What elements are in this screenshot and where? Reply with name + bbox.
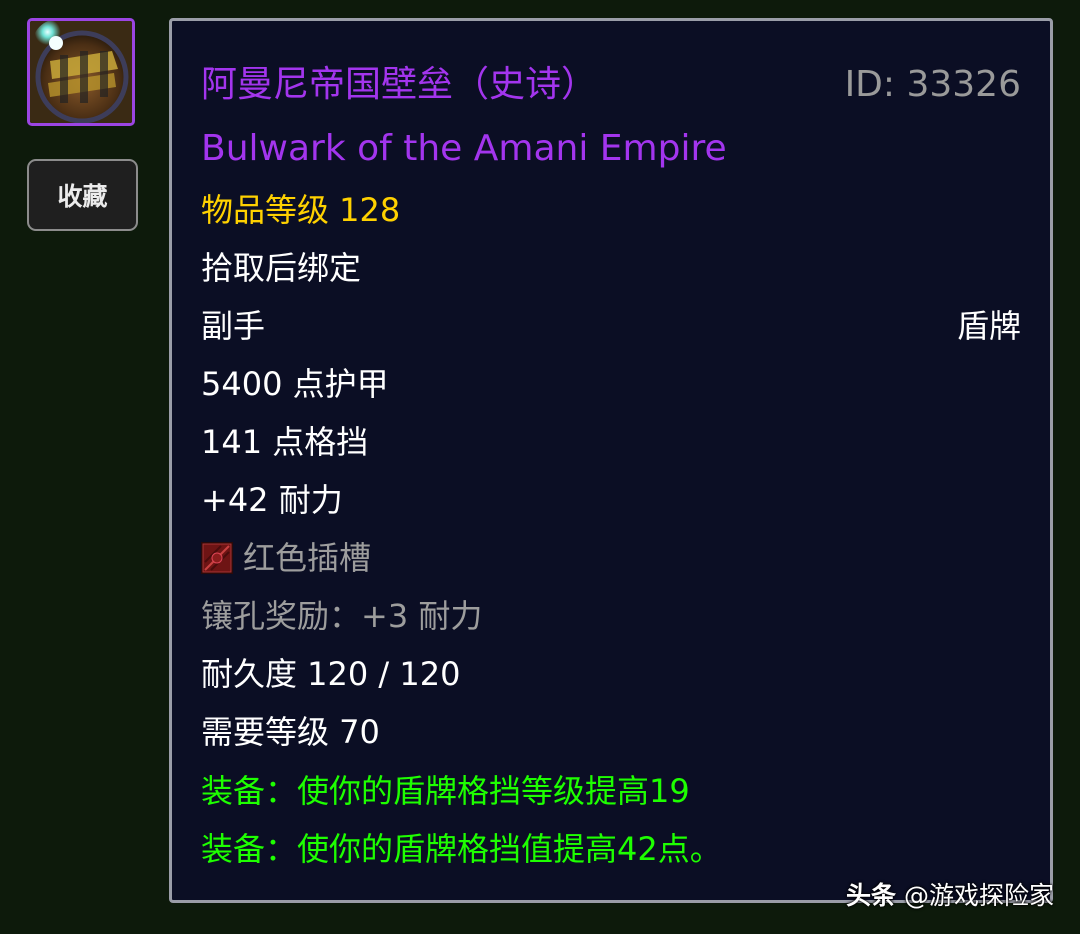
item-level: 物品等级 128 (201, 191, 401, 229)
equip-effect-2: 装备：使你的盾牌格挡值提高42点。 (201, 830, 722, 868)
block-stat: 141 点格挡 (201, 423, 369, 461)
equip-effect-1: 装备：使你的盾牌格挡等级提高19 (201, 772, 690, 810)
socket-label: 红色插槽 (243, 539, 372, 577)
favorite-button[interactable]: 收藏 (27, 159, 138, 231)
item-id: ID: 33326 (844, 64, 1021, 105)
item-name-cn: 阿曼尼帝国壁垒（史诗） (201, 64, 598, 105)
item-slot: 副手 (201, 307, 266, 345)
socket-row: 红色插槽 (201, 538, 371, 578)
item-tooltip: 阿曼尼帝国壁垒（史诗） ID: 33326 Bulwark of the Ama… (169, 18, 1053, 903)
required-level: 需要等级 70 (201, 713, 380, 751)
watermark-author: @游戏探险家 (903, 881, 1054, 910)
armor-stat: 5400 点护甲 (201, 365, 389, 403)
item-icon[interactable] (27, 18, 135, 126)
durability: 耐久度 120 / 120 (201, 655, 461, 693)
bind-type: 拾取后绑定 (201, 249, 362, 287)
item-type: 盾牌 (956, 307, 1021, 345)
shield-icon (30, 21, 132, 123)
item-name-en: Bulwark of the Amani Empire (201, 128, 727, 169)
socket-bonus: 镶孔奖励：+3 耐力 (201, 597, 483, 635)
watermark-brand: 头条 (846, 881, 897, 910)
red-socket-icon (201, 542, 233, 574)
watermark: 头条 @游戏探险家 (846, 876, 1054, 912)
stamina-stat: +42 耐力 (201, 481, 343, 519)
